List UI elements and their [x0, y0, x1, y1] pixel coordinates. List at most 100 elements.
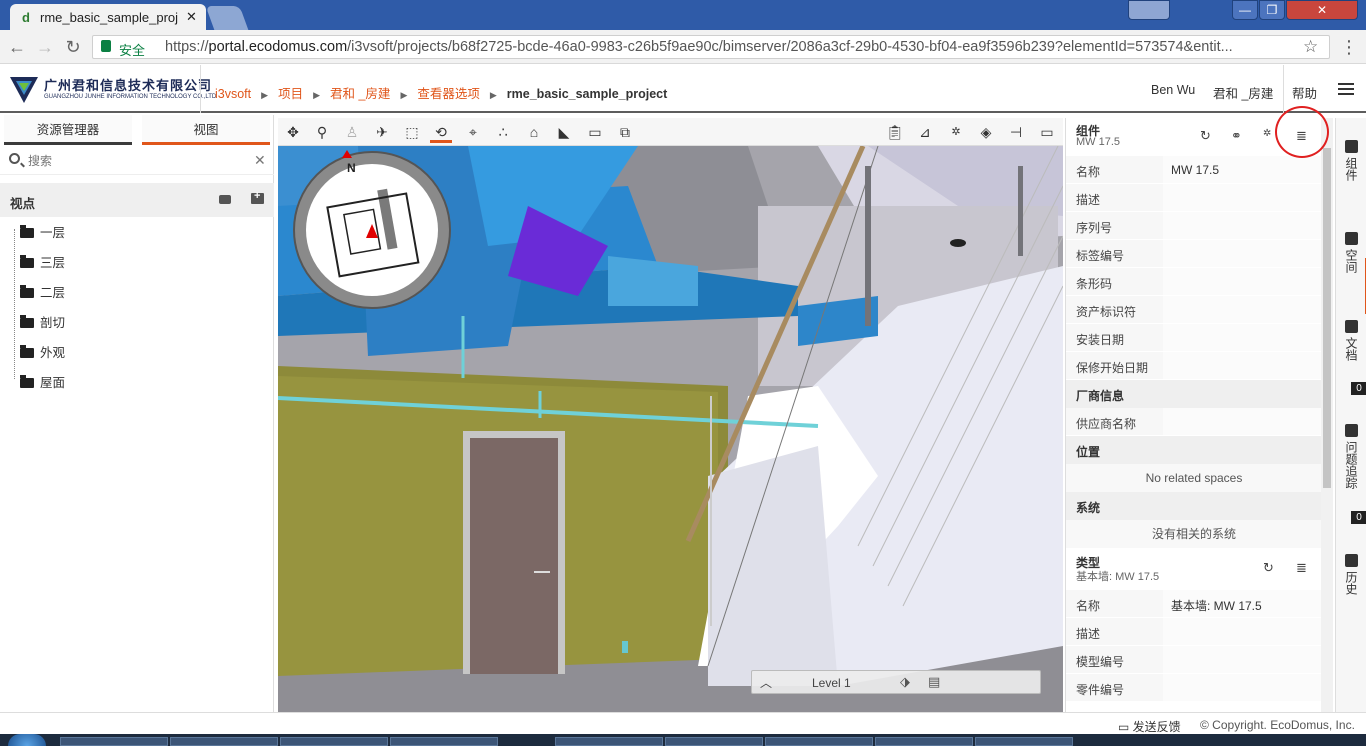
window-close-button[interactable]: ✕	[1286, 0, 1358, 20]
clear-search-icon[interactable]: ✕	[254, 152, 266, 169]
forward-arrow-icon[interactable]: →	[34, 36, 56, 58]
company-logo[interactable]: 广州君和信息技术有限公司 GUANGZHOU JUNHE INFORMATION…	[8, 71, 216, 109]
map-icon[interactable]: ▤	[928, 674, 940, 690]
person-icon[interactable]: ♙	[341, 121, 363, 143]
breadcrumb-viewer-options[interactable]: 查看器选项	[417, 87, 480, 101]
tab-resource-manager[interactable]: 资源管理器	[4, 115, 132, 145]
level-selector[interactable]: ︿ Level 1 ⬗ ▤	[751, 670, 1041, 694]
walk-icon[interactable]: ⚲	[311, 121, 333, 143]
fly-icon[interactable]: ✈	[371, 121, 393, 143]
prop-value[interactable]	[1163, 268, 1322, 295]
scrollbar-thumb[interactable]	[1323, 148, 1331, 488]
explode-icon[interactable]: ⊣	[1005, 121, 1027, 143]
tab-close-icon[interactable]: ✕	[186, 9, 197, 25]
pan-icon[interactable]: ✥	[282, 121, 304, 143]
type-list-icon[interactable]: ≣	[1296, 560, 1307, 576]
tree-folder[interactable]: 三层	[12, 251, 262, 281]
browser-tab-active[interactable]: d rme_basic_sample_proj ✕	[10, 4, 206, 30]
section-icon[interactable]: ◣	[553, 121, 575, 143]
url-input[interactable]: 安全 https://portal.ecodomus.com/i3vsoft/p…	[92, 35, 1330, 59]
layers-icon[interactable]: ◈	[975, 121, 997, 143]
tree-folder[interactable]: 屋面	[12, 371, 262, 401]
settings-icon[interactable]: ✲	[945, 121, 967, 143]
prop-value[interactable]	[1163, 352, 1322, 379]
prop-value[interactable]	[1163, 184, 1322, 211]
tree-folder[interactable]: 一层	[12, 221, 262, 251]
rail-item-document[interactable]: 文档	[1336, 320, 1366, 364]
camera-icon[interactable]	[219, 195, 231, 204]
properties-scrollbar[interactable]	[1321, 118, 1333, 712]
no-system-text: 没有相关的系统	[1066, 520, 1322, 548]
type-refresh-icon[interactable]: ↻	[1263, 560, 1274, 576]
prop-value[interactable]	[1163, 240, 1322, 267]
bookmark-star-icon[interactable]: ☆	[1303, 37, 1318, 57]
link-icon[interactable]: ⚭	[1231, 128, 1242, 144]
feedback-link[interactable]: ▭ 发送反馈	[1118, 718, 1181, 735]
clipboard-icon[interactable]: 📋︎	[884, 121, 906, 143]
taskbar-app[interactable]	[170, 737, 278, 746]
settings-small-icon[interactable]: ✲	[1263, 128, 1271, 139]
layers-window-icon[interactable]: ⧉	[614, 121, 636, 143]
prop-value[interactable]: 基本墙: MW 17.5	[1163, 590, 1322, 617]
navigation-compass[interactable]: N	[292, 150, 452, 310]
minimize-button[interactable]: —	[1232, 0, 1258, 20]
layers-level-icon[interactable]: ⬗	[900, 674, 910, 690]
taskbar-app[interactable]	[390, 737, 498, 746]
prop-value[interactable]	[1163, 618, 1322, 645]
prop-value[interactable]	[1163, 296, 1322, 323]
taskbar-app[interactable]	[60, 737, 168, 746]
orbit-icon[interactable]: ⟲	[430, 121, 452, 143]
start-button[interactable]	[8, 734, 46, 746]
chevron-up-icon[interactable]: ︿	[760, 674, 772, 691]
taskbar-app[interactable]	[555, 737, 663, 746]
taskbar-app[interactable]	[975, 737, 1073, 746]
taskbar-app[interactable]	[875, 737, 973, 746]
user-name[interactable]: Ben Wu	[1151, 83, 1195, 97]
measure-points-icon[interactable]: ∴	[492, 121, 514, 143]
org-name[interactable]: 君和 _房建	[1213, 83, 1273, 102]
reload-icon[interactable]: ↻	[62, 36, 84, 58]
zoom-window-icon[interactable]: ⬚	[401, 121, 423, 143]
prop-value[interactable]	[1163, 408, 1322, 435]
tree-folder[interactable]: 剖切	[12, 311, 262, 341]
folder-icon	[20, 345, 34, 358]
prop-value[interactable]	[1163, 212, 1322, 239]
prop-value[interactable]	[1163, 646, 1322, 673]
breadcrumb-projects[interactable]: 项目	[278, 87, 303, 101]
maximize-button[interactable]: ❐	[1259, 0, 1285, 20]
prop-value[interactable]	[1163, 324, 1322, 351]
search-input[interactable]	[28, 151, 248, 171]
tree-folder[interactable]: 外观	[12, 341, 262, 371]
fullscreen-icon[interactable]: ▭	[1036, 121, 1058, 143]
chart-icon[interactable]: ⊿	[914, 121, 936, 143]
taskbar-app[interactable]	[280, 737, 388, 746]
refresh-icon[interactable]: ↻	[1200, 128, 1211, 144]
help-link[interactable]: 帮助	[1292, 83, 1317, 102]
breadcrumb-current: rme_basic_sample_project	[506, 87, 668, 101]
logo-mark-icon	[10, 77, 38, 103]
breadcrumb-i3vsoft[interactable]: i3vsoft	[215, 87, 251, 101]
tree-folder[interactable]: 二层	[12, 281, 262, 311]
3d-viewer[interactable]: ✥ ⚲ ♙ ✈ ⬚ ⟲ ⌖ ∴ ⌂ ◣ ▭ ⧉ 📋︎ ⊿ ✲ ◈ ⊣ ▭ N ︿…	[278, 118, 1063, 712]
rail-item-history[interactable]: 历史	[1336, 554, 1366, 598]
grid-icon	[1345, 232, 1358, 245]
prop-value[interactable]: MW 17.5	[1163, 156, 1322, 183]
prop-value[interactable]	[1163, 674, 1322, 701]
tab-views[interactable]: 视图	[142, 115, 270, 145]
add-folder-icon[interactable]	[251, 190, 264, 204]
document-icon	[1345, 320, 1358, 333]
home-icon[interactable]: ⌂	[523, 121, 545, 143]
rail-item-space[interactable]: 空间	[1336, 232, 1366, 276]
profile-button[interactable]	[1128, 0, 1170, 20]
browser-menu-icon[interactable]: ⋮	[1340, 37, 1358, 58]
ruler-icon[interactable]: ▭	[584, 121, 606, 143]
rail-item-issues[interactable]: 问题追踪	[1336, 424, 1366, 492]
hamburger-menu-icon[interactable]	[1338, 83, 1354, 95]
taskbar-app[interactable]	[665, 737, 763, 746]
breadcrumb-org[interactable]: 君和 _房建	[330, 87, 390, 101]
logo-chinese-name: 广州君和信息技术有限公司	[44, 78, 213, 93]
focus-icon[interactable]: ⌖	[462, 121, 484, 143]
rail-item-component[interactable]: 组件	[1336, 140, 1366, 184]
back-arrow-icon[interactable]: ←	[6, 36, 28, 58]
taskbar-app[interactable]	[765, 737, 873, 746]
